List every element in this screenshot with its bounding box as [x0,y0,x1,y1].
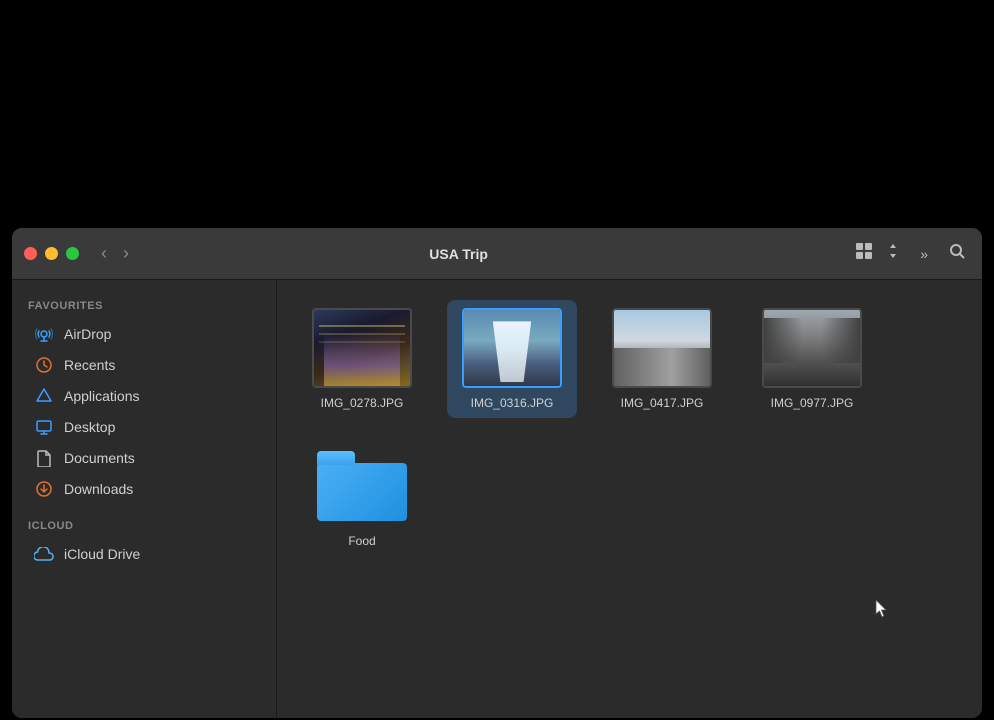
favourites-label: Favourites [12,296,276,318]
sidebar-item-downloads[interactable]: Downloads [18,474,270,504]
sidebar-item-label: Downloads [64,481,133,497]
grid-view-button[interactable] [850,237,878,270]
sort-button[interactable] [882,239,904,268]
sidebar-item-desktop[interactable]: Desktop [18,412,270,442]
finder-body: Favourites AirDrop [12,280,982,718]
sidebar-item-airdrop[interactable]: AirDrop [18,319,270,349]
file-grid: IMG_0278.JPG IMG_0316.JPG IMG_0417.JPG [297,300,962,556]
sidebar-item-recents[interactable]: Recents [18,350,270,380]
sidebar-item-documents[interactable]: Documents [18,443,270,473]
toolbar: ‹ › USA Trip » [12,228,982,280]
file-label-img0316: IMG_0316.JPG [471,396,554,410]
downloads-icon [34,479,54,499]
applications-icon [34,386,54,406]
window-title: USA Trip [67,246,850,262]
desktop-icon [34,417,54,437]
sidebar: Favourites AirDrop [12,280,277,718]
recents-icon [34,355,54,375]
sidebar-item-label: Recents [64,357,115,373]
minimize-button[interactable] [45,247,58,260]
documents-icon [34,448,54,468]
thumbnail-img0417 [612,308,712,388]
file-label-img0278: IMG_0278.JPG [321,396,404,410]
finder-window: ‹ › USA Trip » [12,228,982,718]
file-item-food[interactable]: Food [297,438,427,556]
search-button[interactable] [944,238,970,269]
mouse-cursor [872,598,892,625]
icloud-label: iCloud [12,516,276,538]
sidebar-item-label: Desktop [64,419,115,435]
sidebar-item-applications[interactable]: Applications [18,381,270,411]
file-item-img0417[interactable]: IMG_0417.JPG [597,300,727,418]
file-item-img0977[interactable]: IMG_0977.JPG [747,300,877,418]
sidebar-item-label: Documents [64,450,135,466]
thumbnail-img0316 [462,308,562,388]
more-button[interactable]: » [916,242,932,266]
sidebar-item-label: iCloud Drive [64,546,140,562]
file-item-img0278[interactable]: IMG_0278.JPG [297,300,427,418]
view-toggle [850,237,904,270]
main-content: IMG_0278.JPG IMG_0316.JPG IMG_0417.JPG [277,280,982,718]
close-button[interactable] [24,247,37,260]
sidebar-item-label: Applications [64,388,140,404]
icloud-drive-icon [34,544,54,564]
file-label-img0417: IMG_0417.JPG [621,396,704,410]
folder-icon-food [312,446,412,526]
thumbnail-img0977 [762,308,862,388]
file-label-food: Food [348,534,375,548]
file-item-img0316[interactable]: IMG_0316.JPG [447,300,577,418]
sidebar-item-label: AirDrop [64,326,111,342]
sidebar-item-icloud-drive[interactable]: iCloud Drive [18,539,270,569]
airdrop-icon [34,324,54,344]
toolbar-right: » [850,237,970,270]
thumbnail-img0278 [312,308,412,388]
file-label-img0977: IMG_0977.JPG [771,396,854,410]
